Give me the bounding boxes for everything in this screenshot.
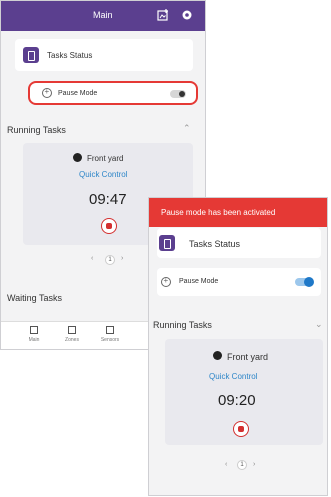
phone-after: Pause mode has been activated Tasks Stat… <box>148 197 328 496</box>
task-timer: 09:20 <box>218 392 256 409</box>
tasks-status-title: Tasks Status <box>47 51 93 60</box>
nav-sensors-label: Sensors <box>100 337 120 343</box>
quick-control-link[interactable]: Quick Control <box>79 170 127 179</box>
nav-main[interactable]: Main <box>19 326 49 343</box>
pager-prev-icon[interactable]: ‹ <box>225 461 227 468</box>
task-name: Front yard <box>227 352 269 362</box>
pager-current[interactable]: 1 <box>105 255 115 265</box>
pager-prev-icon[interactable]: ‹ <box>91 255 93 262</box>
stop-task-button[interactable] <box>233 421 249 437</box>
top-bar: Main <box>1 1 205 31</box>
pager-current[interactable]: 1 <box>237 460 247 470</box>
quick-control-link[interactable]: Quick Control <box>209 372 257 381</box>
expand-chevron-icon[interactable]: ⌄ <box>315 319 323 330</box>
task-timer: 09:47 <box>89 191 127 208</box>
running-tasks-title: Running Tasks <box>7 125 66 135</box>
add-widget-icon[interactable] <box>157 9 169 21</box>
task-status-icon <box>73 153 82 162</box>
pager-next-icon[interactable]: › <box>253 461 255 468</box>
tasks-status-icon <box>159 235 175 251</box>
pause-mode-toggle[interactable] <box>295 277 314 287</box>
collapse-chevron-icon[interactable]: ⌃ <box>183 123 191 134</box>
settings-icon[interactable] <box>181 9 193 21</box>
grid-icon <box>30 326 38 334</box>
zones-icon <box>68 326 76 334</box>
pager-next-icon[interactable]: › <box>121 255 123 262</box>
task-status-icon <box>213 351 222 360</box>
pause-mode-toggle[interactable] <box>170 90 186 98</box>
task-name: Front yard <box>87 154 124 163</box>
tasks-status-header: Tasks Status <box>15 39 193 71</box>
tasks-status-icon <box>23 47 39 63</box>
pause-mode-label: Pause Mode <box>179 278 219 285</box>
pause-icon <box>42 87 52 98</box>
nav-sensors[interactable]: Sensors <box>95 326 125 343</box>
screenshot-stage: Main Tasks Status Pause Mode Running Tas… <box>0 0 331 497</box>
pause-mode-row[interactable]: Pause Mode <box>28 81 198 105</box>
running-tasks-title: Running Tasks <box>153 320 212 330</box>
pause-activated-banner: Pause mode has been activated <box>149 198 327 227</box>
page-title: Main <box>93 10 113 20</box>
banner-text: Pause mode has been activated <box>161 208 276 217</box>
tasks-status-title: Tasks Status <box>189 239 241 249</box>
pause-icon <box>161 276 171 287</box>
nav-zones-label: Zones <box>65 337 79 343</box>
pause-mode-label: Pause Mode <box>58 90 98 97</box>
stop-task-button[interactable] <box>101 218 117 234</box>
nav-main-label: Main <box>28 337 40 343</box>
sensor-icon <box>106 326 114 334</box>
nav-zones[interactable]: Zones <box>57 326 87 343</box>
running-task-card: Front yard Quick Control 09:20 <box>165 339 323 445</box>
tasks-status-header: Tasks Status <box>157 228 321 258</box>
pause-mode-row[interactable]: Pause Mode <box>157 268 321 296</box>
waiting-tasks-title: Waiting Tasks <box>7 293 63 303</box>
